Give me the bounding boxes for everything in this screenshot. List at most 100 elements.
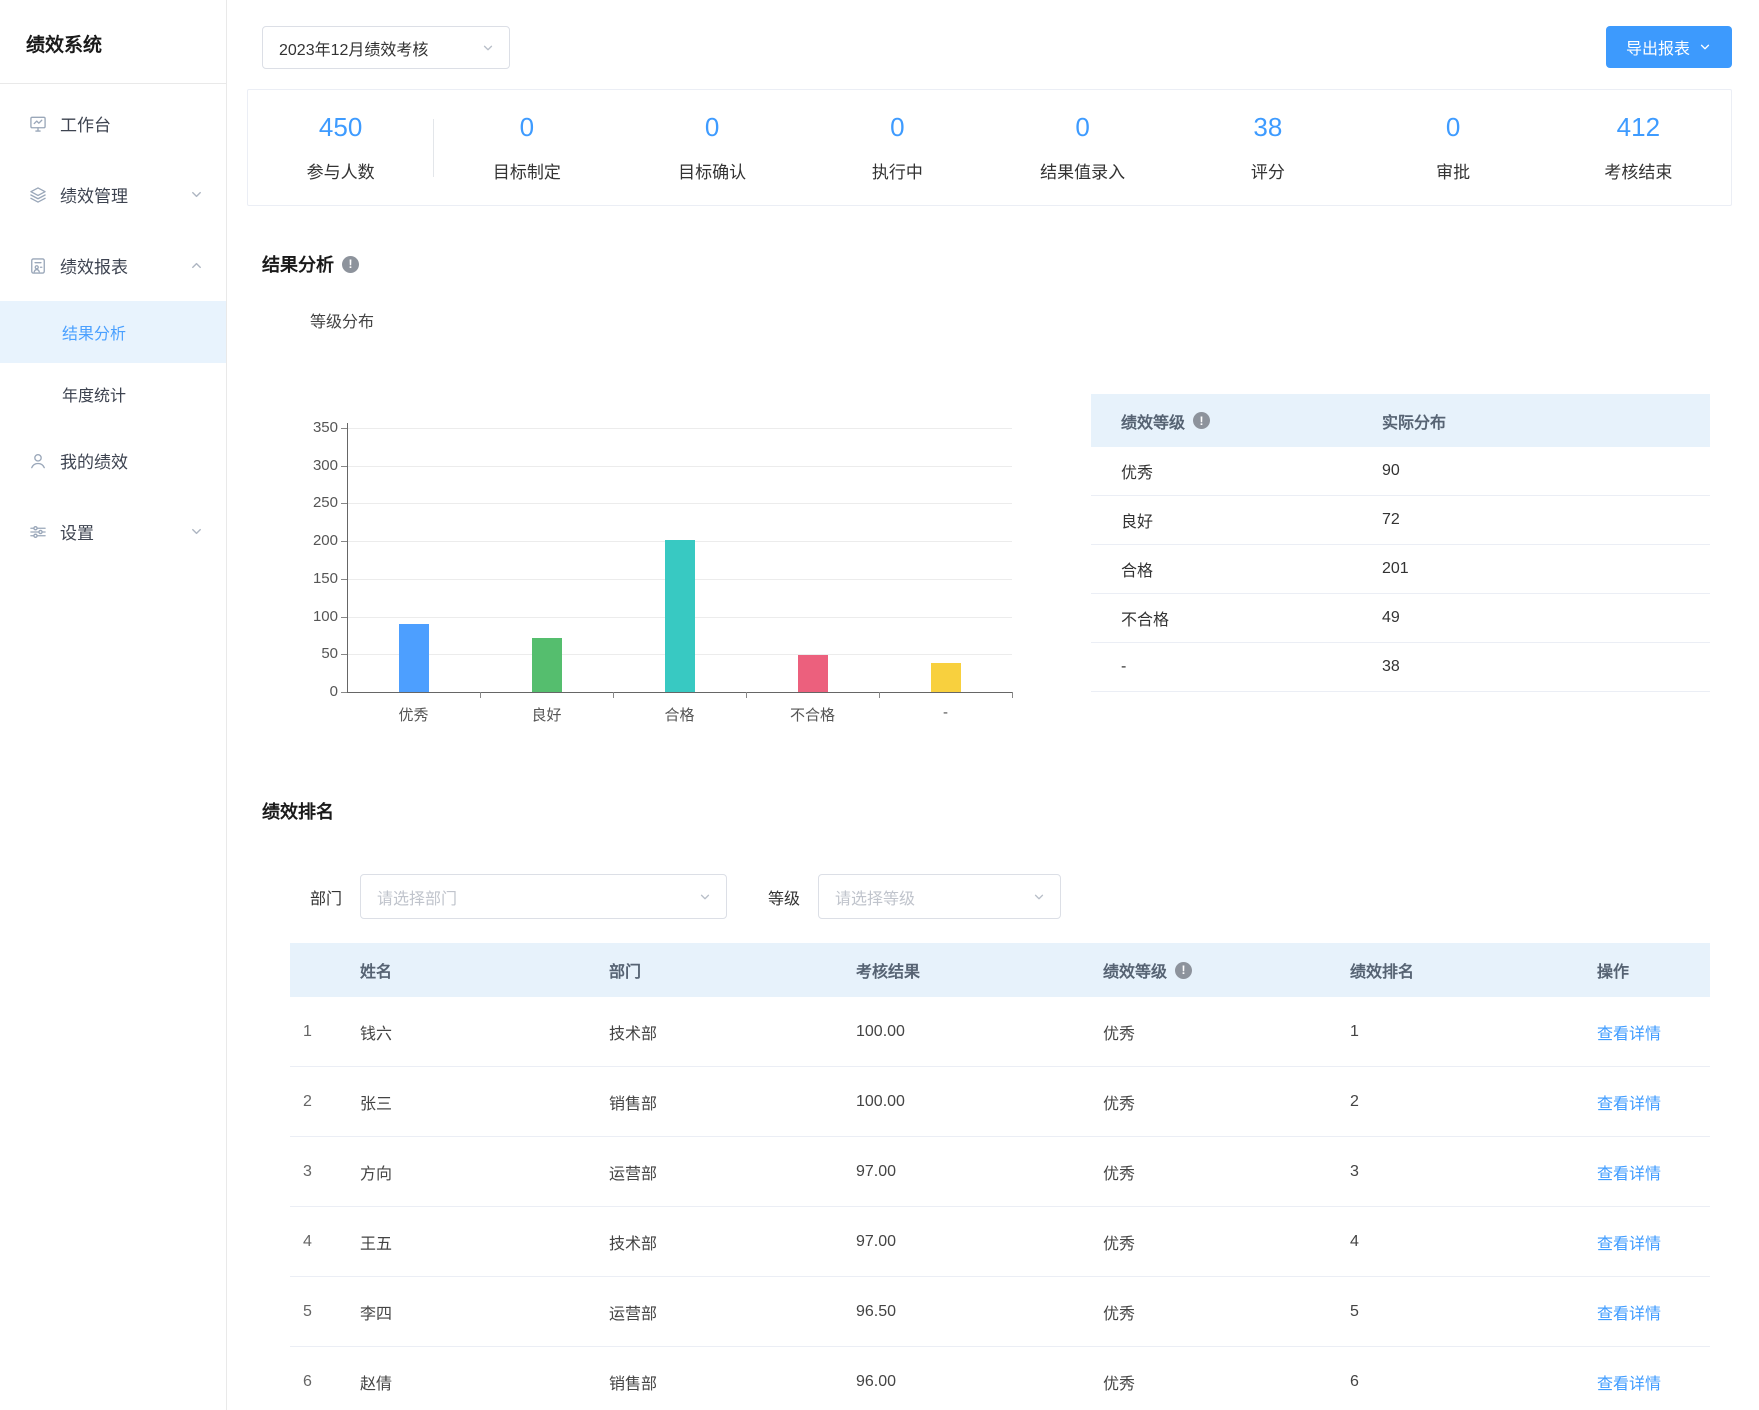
x-axis-tick: [879, 692, 880, 698]
stat-目标确认: 0目标确认: [620, 112, 805, 183]
stat-目标制定: 0目标制定: [434, 112, 619, 183]
distribution-grade: 不合格: [1091, 606, 1382, 630]
info-icon[interactable]: !: [1193, 412, 1210, 429]
distribution-count: 49: [1382, 609, 1710, 627]
sidebar-item-5[interactable]: 设置: [0, 496, 226, 567]
distribution-header-grade: 绩效等级!: [1091, 409, 1382, 433]
chevron-down-icon: [698, 890, 712, 904]
ranking-cell-score: 100.00: [856, 1093, 1103, 1111]
ranking-cell-index: 3: [290, 1163, 360, 1181]
department-filter-label: 部门: [310, 885, 342, 909]
sidebar-item-1[interactable]: 工作台: [0, 88, 226, 159]
view-detail-link[interactable]: 查看详情: [1597, 1096, 1661, 1113]
stat-label: 目标制定: [434, 158, 619, 183]
sidebar-item-4[interactable]: 我的绩效: [0, 425, 226, 496]
ranking-header-grade-label: 绩效等级: [1103, 958, 1167, 982]
sliders-icon: [28, 522, 48, 542]
distribution-table: 绩效等级!实际分布优秀90良好72合格201不合格49-38: [1091, 394, 1710, 692]
ranking-cell-rank: 5: [1350, 1303, 1597, 1321]
bar--[interactable]: [931, 663, 961, 692]
y-axis-tick-label: 100: [300, 608, 338, 625]
stat-label: 评分: [1175, 158, 1360, 183]
sidebar-subitem-结果分析[interactable]: 结果分析: [0, 301, 226, 363]
distribution-row: 不合格49: [1091, 594, 1710, 643]
ranking-header-姓名: 姓名: [360, 958, 609, 982]
distribution-count: 38: [1382, 658, 1710, 676]
ranking-cell-dept: 技术部: [609, 1230, 856, 1254]
grade-distribution-chart: 350300250200150100500优秀良好合格不合格-: [300, 370, 1015, 732]
info-icon[interactable]: !: [1175, 962, 1192, 979]
ranking-header-考核结果: 考核结果: [856, 958, 1103, 982]
x-axis-tick: [613, 692, 614, 698]
distribution-grade: 优秀: [1091, 459, 1382, 483]
chevron-down-icon: [1698, 40, 1712, 54]
export-report-button[interactable]: 导出报表: [1606, 26, 1732, 68]
ranking-cell-dept: 技术部: [609, 1020, 856, 1044]
ranking-cell-name: 钱六: [360, 1020, 609, 1044]
ranking-cell-grade: 优秀: [1103, 1230, 1350, 1254]
sidebar-item-2[interactable]: 绩效管理: [0, 159, 226, 230]
view-detail-link[interactable]: 查看详情: [1597, 1236, 1661, 1253]
ranking-cell-index: 1: [290, 1023, 360, 1041]
ranking-header-操作: 操作: [1597, 958, 1710, 982]
stat-审批: 0审批: [1361, 112, 1546, 183]
stat-label: 审批: [1361, 158, 1546, 183]
ranking-cell-score: 100.00: [856, 1023, 1103, 1041]
grade-select[interactable]: 请选择等级: [818, 874, 1061, 919]
ranking-cell-name: 赵倩: [360, 1370, 609, 1394]
view-detail-link[interactable]: 查看详情: [1597, 1166, 1661, 1183]
distribution-header-grade-label: 绩效等级: [1121, 409, 1185, 433]
view-detail-link[interactable]: 查看详情: [1597, 1376, 1661, 1393]
stat-value: 412: [1546, 112, 1731, 143]
gridline: [347, 466, 1012, 467]
result-analysis-title: 结果分析: [262, 251, 334, 277]
ranking-cell-rank: 3: [1350, 1163, 1597, 1181]
ranking-cell-action: 查看详情: [1597, 1020, 1710, 1044]
view-detail-link[interactable]: 查看详情: [1597, 1026, 1661, 1043]
ranking-cell-action: 查看详情: [1597, 1090, 1710, 1114]
sidebar-menu: 工作台绩效管理绩效报表结果分析年度统计我的绩效设置: [0, 84, 226, 567]
distribution-row: 优秀90: [1091, 447, 1710, 496]
distribution-table-header: 绩效等级!实际分布: [1091, 394, 1710, 447]
y-axis-tick-label: 200: [300, 532, 338, 549]
y-axis-tick-label: 350: [300, 419, 338, 436]
period-select[interactable]: 2023年12月绩效考核: [262, 26, 510, 69]
stat-参与人数: 450参与人数: [248, 112, 433, 183]
ranking-cell-grade: 优秀: [1103, 1090, 1350, 1114]
gridline: [347, 503, 1012, 504]
grade-select-placeholder: 请选择等级: [835, 885, 915, 909]
stats-summary-card: 450参与人数0目标制定0目标确认0执行中0结果值录入38评分0审批412考核结…: [247, 89, 1732, 206]
ranking-cell-dept: 运营部: [609, 1300, 856, 1324]
stat-value: 0: [805, 112, 990, 143]
info-icon[interactable]: !: [342, 256, 359, 273]
ranking-cell-grade: 优秀: [1103, 1020, 1350, 1044]
ranking-cell-rank: 2: [1350, 1093, 1597, 1111]
view-detail-link[interactable]: 查看详情: [1597, 1306, 1661, 1323]
sidebar-item-3[interactable]: 绩效报表: [0, 230, 226, 301]
sidebar-subitem-年度统计[interactable]: 年度统计: [0, 363, 226, 425]
stat-value: 38: [1175, 112, 1360, 143]
export-report-label: 导出报表: [1626, 35, 1690, 59]
stat-结果值录入: 0结果值录入: [990, 112, 1175, 183]
y-axis-tick-label: 150: [300, 570, 338, 587]
ranking-cell-index: 4: [290, 1233, 360, 1251]
stat-value: 450: [248, 112, 433, 143]
ranking-cell-name: 方向: [360, 1160, 609, 1184]
chevron-up-icon: [189, 258, 204, 273]
x-axis-category-label: 合格: [613, 704, 746, 725]
x-axis-category-label: 不合格: [746, 704, 879, 725]
bar-良好[interactable]: [532, 638, 562, 692]
department-select[interactable]: 请选择部门: [360, 874, 727, 919]
y-axis-tick-label: 50: [300, 645, 338, 662]
bar-优秀[interactable]: [399, 624, 429, 692]
bar-不合格[interactable]: [798, 655, 828, 692]
chevron-down-icon: [481, 41, 495, 55]
stat-执行中: 0执行中: [805, 112, 990, 183]
department-select-placeholder: 请选择部门: [377, 885, 457, 909]
distribution-grade: 良好: [1091, 508, 1382, 532]
bar-合格[interactable]: [665, 540, 695, 692]
y-axis-tick-label: 250: [300, 494, 338, 511]
distribution-row: 良好72: [1091, 496, 1710, 545]
ranking-cell-grade: 优秀: [1103, 1160, 1350, 1184]
ranking-row: 4王五技术部97.00优秀4查看详情: [290, 1207, 1710, 1277]
